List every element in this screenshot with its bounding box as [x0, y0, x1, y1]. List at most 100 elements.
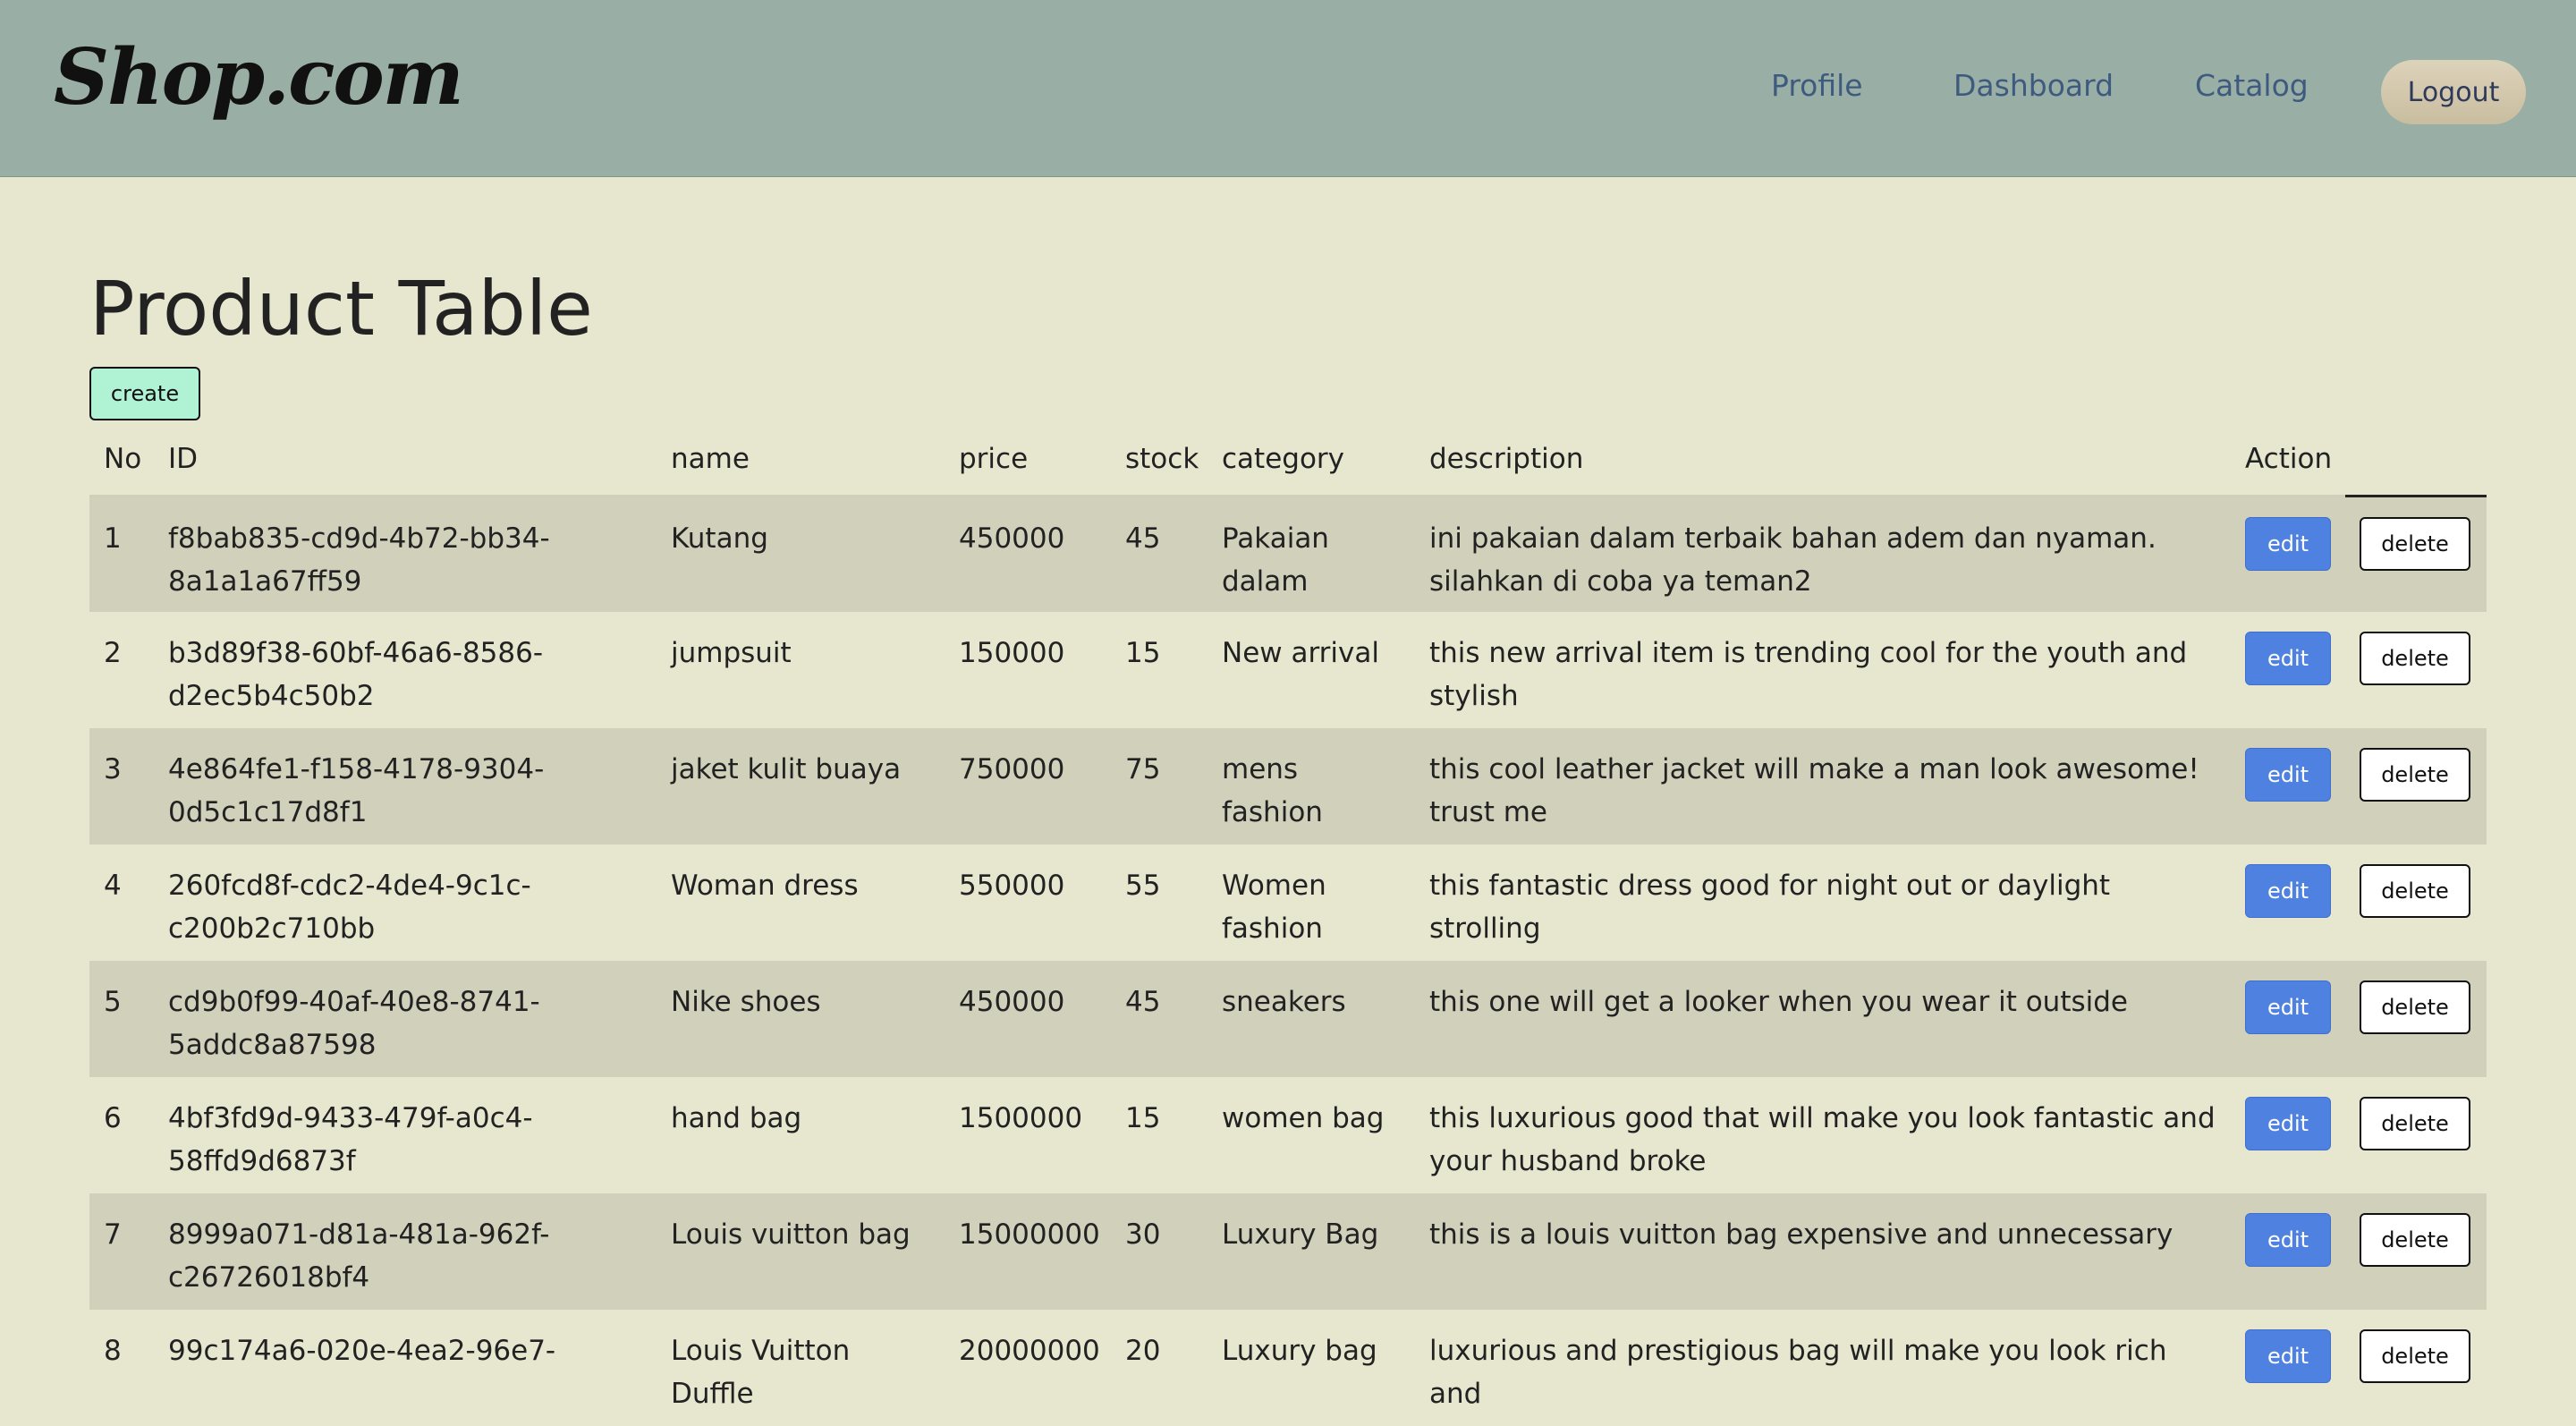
cell-no: 8: [89, 1310, 154, 1426]
cell-id: b3d89f38-60bf-46a6-8586-d2ec5b4c50b2: [154, 612, 657, 728]
cell-edit: edit: [2231, 612, 2345, 728]
table-row: 3 4e864fe1-f158-4178-9304-0d5c1c17d8f1 jak…: [89, 728, 2487, 845]
cell-stock: 45: [1111, 496, 1208, 612]
cell-delete: delete: [2345, 612, 2487, 728]
navbar: Shop.com Profile Dashboard Catalog Logou…: [0, 0, 2576, 177]
edit-button[interactable]: edit: [2245, 1213, 2331, 1267]
table-row: 5 cd9b0f99-40af-40e8-8741-5addc8a87598 Nik…: [89, 961, 2487, 1077]
edit-button[interactable]: edit: [2245, 1097, 2331, 1150]
header-action-extra: [2345, 424, 2487, 497]
edit-button[interactable]: edit: [2245, 632, 2331, 685]
cell-delete: delete: [2345, 496, 2487, 612]
cell-edit: edit: [2231, 845, 2345, 961]
cell-price: 750000: [945, 728, 1111, 845]
cell-category: Women fashion: [1208, 845, 1415, 961]
table-body: 1 f8bab835-cd9d-4b72-bb34-8a1a1a67ff59 Kut…: [89, 496, 2487, 1426]
logout-button[interactable]: Logout: [2381, 60, 2526, 124]
cell-stock: 15: [1111, 612, 1208, 728]
header-name: name: [657, 424, 945, 497]
cell-category: mens fashion: [1208, 728, 1415, 845]
cell-delete: delete: [2345, 961, 2487, 1077]
create-button[interactable]: create: [89, 367, 200, 420]
cell-delete: delete: [2345, 1077, 2487, 1193]
delete-button[interactable]: delete: [2360, 864, 2470, 918]
cell-delete: delete: [2345, 1310, 2487, 1426]
cell-no: 2: [89, 612, 154, 728]
cell-name: Woman dress: [657, 845, 945, 961]
brand-logo[interactable]: Shop.com: [54, 32, 464, 123]
cell-description: this luxurious good that will make you l…: [1415, 1077, 2231, 1193]
edit-button[interactable]: edit: [2245, 864, 2331, 918]
edit-button[interactable]: edit: [2245, 1329, 2331, 1383]
table-header-row: No ID name price stock category descript…: [89, 424, 2487, 497]
cell-stock: 55: [1111, 845, 1208, 961]
page-title: Product Table: [89, 265, 593, 352]
table-row: 7 8999a071-d81a-481a-962f-c26726018bf4 Lou…: [89, 1193, 2487, 1310]
cell-no: 3: [89, 728, 154, 845]
cell-id: 99c174a6-020e-4ea2-96e7-: [154, 1310, 657, 1426]
cell-category: Luxury Bag: [1208, 1193, 1415, 1310]
delete-button[interactable]: delete: [2360, 632, 2470, 685]
nav-link-profile[interactable]: Profile: [1771, 68, 1863, 103]
cell-edit: edit: [2231, 1193, 2345, 1310]
delete-button[interactable]: delete: [2360, 1213, 2470, 1267]
cell-category: Luxury bag: [1208, 1310, 1415, 1426]
cell-description: this cool leather jacket will make a man…: [1415, 728, 2231, 845]
cell-name: hand bag: [657, 1077, 945, 1193]
edit-button[interactable]: edit: [2245, 516, 2331, 571]
cell-description: luxurious and prestigious bag will make …: [1415, 1310, 2231, 1426]
cell-id: 8999a071-d81a-481a-962f-c26726018bf4: [154, 1193, 657, 1310]
cell-price: 15000000: [945, 1193, 1111, 1310]
cell-name: Louis vuitton bag: [657, 1193, 945, 1310]
cell-name: Kutang: [657, 496, 945, 612]
cell-stock: 75: [1111, 728, 1208, 845]
header-stock: stock: [1111, 424, 1208, 497]
delete-button[interactable]: delete: [2360, 516, 2470, 571]
header-description: description: [1415, 424, 2231, 497]
cell-name: jaket kulit buaya: [657, 728, 945, 845]
cell-name: Nike shoes: [657, 961, 945, 1077]
cell-price: 450000: [945, 496, 1111, 612]
table-row: 4 260fcd8f-cdc2-4de4-9c1c-c200b2c710bb Wom…: [89, 845, 2487, 961]
cell-edit: edit: [2231, 1310, 2345, 1426]
table-row: 6 4bf3fd9d-9433-479f-a0c4-58ffd9d6873f han…: [89, 1077, 2487, 1193]
cell-no: 6: [89, 1077, 154, 1193]
cell-delete: delete: [2345, 845, 2487, 961]
cell-delete: delete: [2345, 728, 2487, 845]
cell-description: this fantastic dress good for night out …: [1415, 845, 2231, 961]
cell-description: this one will get a looker when you wear…: [1415, 961, 2231, 1077]
cell-stock: 30: [1111, 1193, 1208, 1310]
cell-id: f8bab835-cd9d-4b72-bb34-8a1a1a67ff59: [154, 496, 657, 612]
cell-stock: 20: [1111, 1310, 1208, 1426]
header-id: ID: [154, 424, 657, 497]
cell-stock: 45: [1111, 961, 1208, 1077]
header-price: price: [945, 424, 1111, 497]
table-row: 2 b3d89f38-60bf-46a6-8586-d2ec5b4c50b2 jum…: [89, 612, 2487, 728]
table-row: 8 99c174a6-020e-4ea2-96e7- Louis Vuitton D…: [89, 1310, 2487, 1426]
cell-edit: edit: [2231, 961, 2345, 1077]
table-row: 1 f8bab835-cd9d-4b72-bb34-8a1a1a67ff59 Kut…: [89, 496, 2487, 612]
product-table: No ID name price stock category descript…: [89, 424, 2487, 1426]
cell-name: jumpsuit: [657, 612, 945, 728]
cell-no: 7: [89, 1193, 154, 1310]
header-action: Action: [2231, 424, 2345, 497]
edit-button[interactable]: edit: [2245, 748, 2331, 802]
cell-category: women bag: [1208, 1077, 1415, 1193]
edit-button[interactable]: edit: [2245, 980, 2331, 1034]
cell-price: 20000000: [945, 1310, 1111, 1426]
cell-price: 150000: [945, 612, 1111, 728]
nav-link-dashboard[interactable]: Dashboard: [1953, 68, 2114, 103]
cell-price: 1500000: [945, 1077, 1111, 1193]
nav-link-catalog[interactable]: Catalog: [2195, 68, 2309, 103]
cell-category: Pakaian dalam: [1208, 496, 1415, 612]
cell-delete: delete: [2345, 1193, 2487, 1310]
cell-stock: 15: [1111, 1077, 1208, 1193]
delete-button[interactable]: delete: [2360, 1097, 2470, 1150]
cell-description: ini pakaian dalam terbaik bahan adem dan…: [1415, 496, 2231, 612]
cell-category: sneakers: [1208, 961, 1415, 1077]
delete-button[interactable]: delete: [2360, 748, 2470, 802]
cell-edit: edit: [2231, 728, 2345, 845]
delete-button[interactable]: delete: [2360, 980, 2470, 1034]
cell-id: cd9b0f99-40af-40e8-8741-5addc8a87598: [154, 961, 657, 1077]
delete-button[interactable]: delete: [2360, 1329, 2470, 1383]
